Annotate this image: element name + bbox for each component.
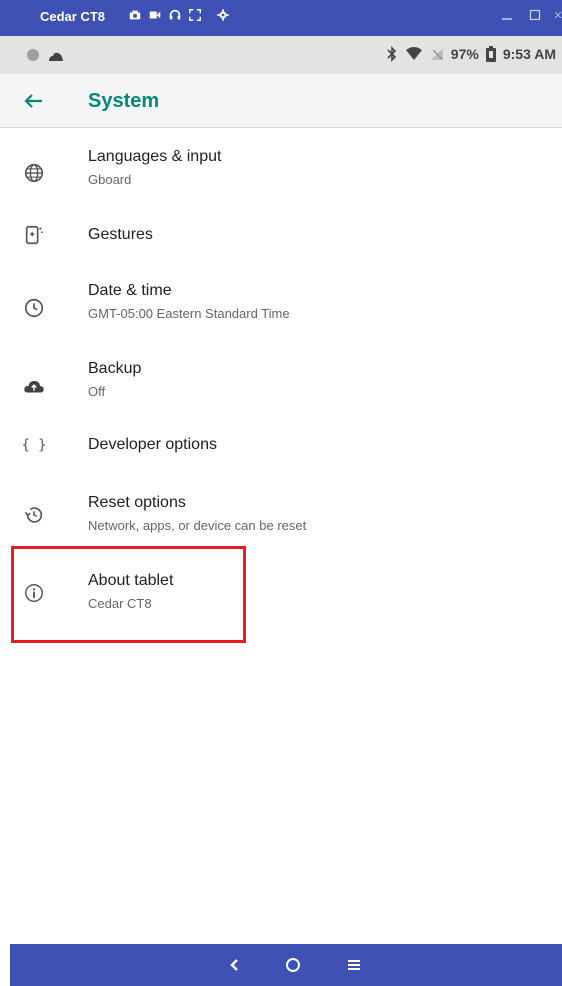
video-icon[interactable] — [148, 8, 162, 22]
settings-item-developer-options[interactable]: { } Developer options — [0, 412, 562, 482]
no-sim-icon — [430, 47, 444, 61]
battery-icon — [485, 46, 496, 62]
item-title: Languages & input — [88, 148, 222, 165]
cloud-icon — [48, 49, 64, 67]
item-title: Reset options — [88, 494, 186, 511]
braces-icon: { } — [23, 434, 45, 456]
status-left — [26, 48, 64, 67]
navigation-bar — [10, 944, 562, 986]
item-title: About tablet — [88, 572, 174, 589]
restore-icon — [23, 504, 45, 526]
settings-item-gestures[interactable]: Gestures — [0, 200, 562, 270]
item-subtitle: Off — [88, 384, 106, 399]
cloud-upload-icon — [23, 376, 45, 398]
maximize-icon[interactable] — [526, 6, 544, 24]
window-toolbar — [128, 8, 230, 22]
settings-item-reset-options[interactable]: Reset options Network, apps, or device c… — [0, 482, 562, 552]
status-right: 97% 9:53 AM — [386, 46, 556, 62]
gear-icon[interactable] — [216, 8, 230, 22]
emulator-window-bar: Cedar CT8 — [0, 0, 562, 36]
bluetooth-icon — [386, 46, 398, 62]
headset-icon[interactable] — [168, 8, 182, 22]
info-icon — [23, 582, 45, 604]
item-title: Gestures — [88, 226, 153, 243]
settings-item-languages[interactable]: Languages & input Gboard — [0, 135, 562, 205]
item-title: Backup — [88, 360, 142, 377]
svg-text:{ }: { } — [23, 438, 45, 454]
clock-time: 9:53 AM — [502, 46, 556, 62]
page-title: System — [88, 90, 160, 112]
item-title: Date & time — [88, 282, 172, 299]
item-subtitle: GMT-05:00 Eastern Standard Time — [88, 306, 290, 321]
nav-back-icon[interactable] — [221, 952, 247, 978]
clock-icon — [23, 297, 45, 319]
status-bar: 97% 9:53 AM — [0, 36, 562, 74]
wifi-icon — [405, 47, 423, 61]
window-title: Cedar CT8 — [40, 9, 106, 24]
circle-icon — [26, 48, 40, 67]
app-bar: System — [0, 74, 562, 128]
item-subtitle: Gboard — [88, 172, 132, 187]
globe-icon — [23, 162, 45, 184]
fullscreen-icon[interactable] — [188, 8, 202, 22]
minimize-icon[interactable] — [498, 6, 516, 24]
gestures-icon — [23, 224, 45, 246]
item-subtitle: Cedar CT8 — [88, 596, 152, 611]
item-title: Developer options — [88, 436, 217, 453]
settings-item-backup[interactable]: Backup Off — [0, 348, 562, 418]
settings-item-about-tablet[interactable]: About tablet Cedar CT8 — [0, 560, 562, 630]
close-icon[interactable] — [554, 6, 562, 24]
nav-home-icon[interactable] — [280, 952, 306, 978]
camera-icon[interactable] — [128, 8, 142, 22]
back-arrow-icon[interactable] — [20, 87, 56, 115]
settings-item-date-time[interactable]: Date & time GMT-05:00 Eastern Standard T… — [0, 270, 562, 340]
battery-percent: 97% — [450, 46, 479, 62]
nav-menu-icon[interactable] — [341, 952, 367, 978]
window-controls — [498, 6, 562, 24]
item-subtitle: Network, apps, or device can be reset — [88, 518, 307, 533]
